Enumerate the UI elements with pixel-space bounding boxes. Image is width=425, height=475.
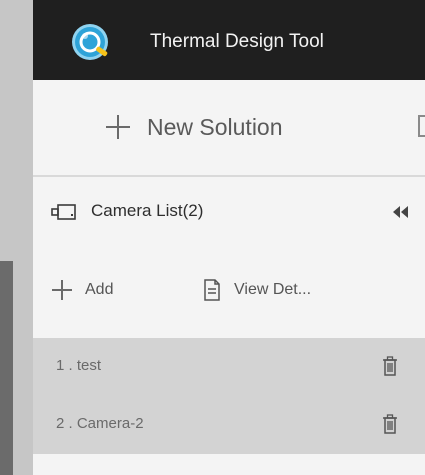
new-solution-label: New Solution [147,113,283,140]
divider [33,175,425,177]
camera-list-header: Camera List(2) [33,192,425,232]
camera-list: 1 . test 2 . Camera-2 [33,338,425,454]
plus-icon [52,280,72,300]
camera-icon [51,204,76,220]
camera-actions: Add View Det... [33,270,425,310]
background-window-strip [0,0,33,475]
view-details-label: View Det... [234,281,312,298]
plus-icon [106,115,130,139]
list-item[interactable]: 1 . test [33,338,425,396]
save-icon[interactable] [418,115,425,137]
camera-list-title: Camera List(2) [91,201,204,220]
side-panel: Thermal Design Tool New Solution Camera … [33,0,425,475]
double-chevron-left-icon[interactable] [391,202,411,222]
camera-name: 1 . test [56,357,102,374]
app-title: Thermal Design Tool [150,31,324,52]
camera-name: 2 . Camera-2 [56,415,144,432]
title-bar: Thermal Design Tool [33,0,425,80]
new-solution-button[interactable]: New Solution [106,105,283,149]
add-camera-button[interactable]: Add [52,276,113,304]
list-item[interactable]: 2 . Camera-2 [33,396,425,454]
trash-icon[interactable] [382,356,398,376]
document-icon [204,279,220,301]
app-logo-icon [72,24,108,60]
view-details-button[interactable]: View Det... [203,276,311,304]
trash-icon[interactable] [382,414,398,434]
background-window-shadow [0,261,13,475]
add-label: Add [85,281,114,298]
